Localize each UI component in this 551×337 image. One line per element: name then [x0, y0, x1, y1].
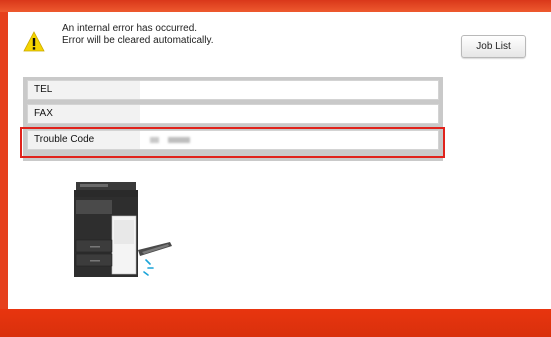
fax-label: FAX	[34, 108, 53, 119]
warning-icon	[23, 31, 45, 52]
trouble-code-highlight	[20, 127, 445, 158]
bottom-status-bar	[0, 309, 551, 337]
top-accent-bar	[0, 0, 551, 12]
fax-value	[140, 105, 438, 123]
fax-row: FAX	[27, 104, 439, 124]
tel-label: TEL	[34, 84, 53, 95]
error-message-line1: An internal error has occurred.	[62, 23, 198, 34]
error-message: An internal error has occurred. Error wi…	[62, 23, 214, 47]
job-list-button[interactable]: Job List	[461, 35, 526, 58]
printer-illustration	[74, 182, 172, 277]
tel-value	[140, 81, 438, 99]
error-message-line2: Error will be cleared automatically.	[62, 35, 214, 46]
tel-row: TEL	[27, 80, 439, 100]
